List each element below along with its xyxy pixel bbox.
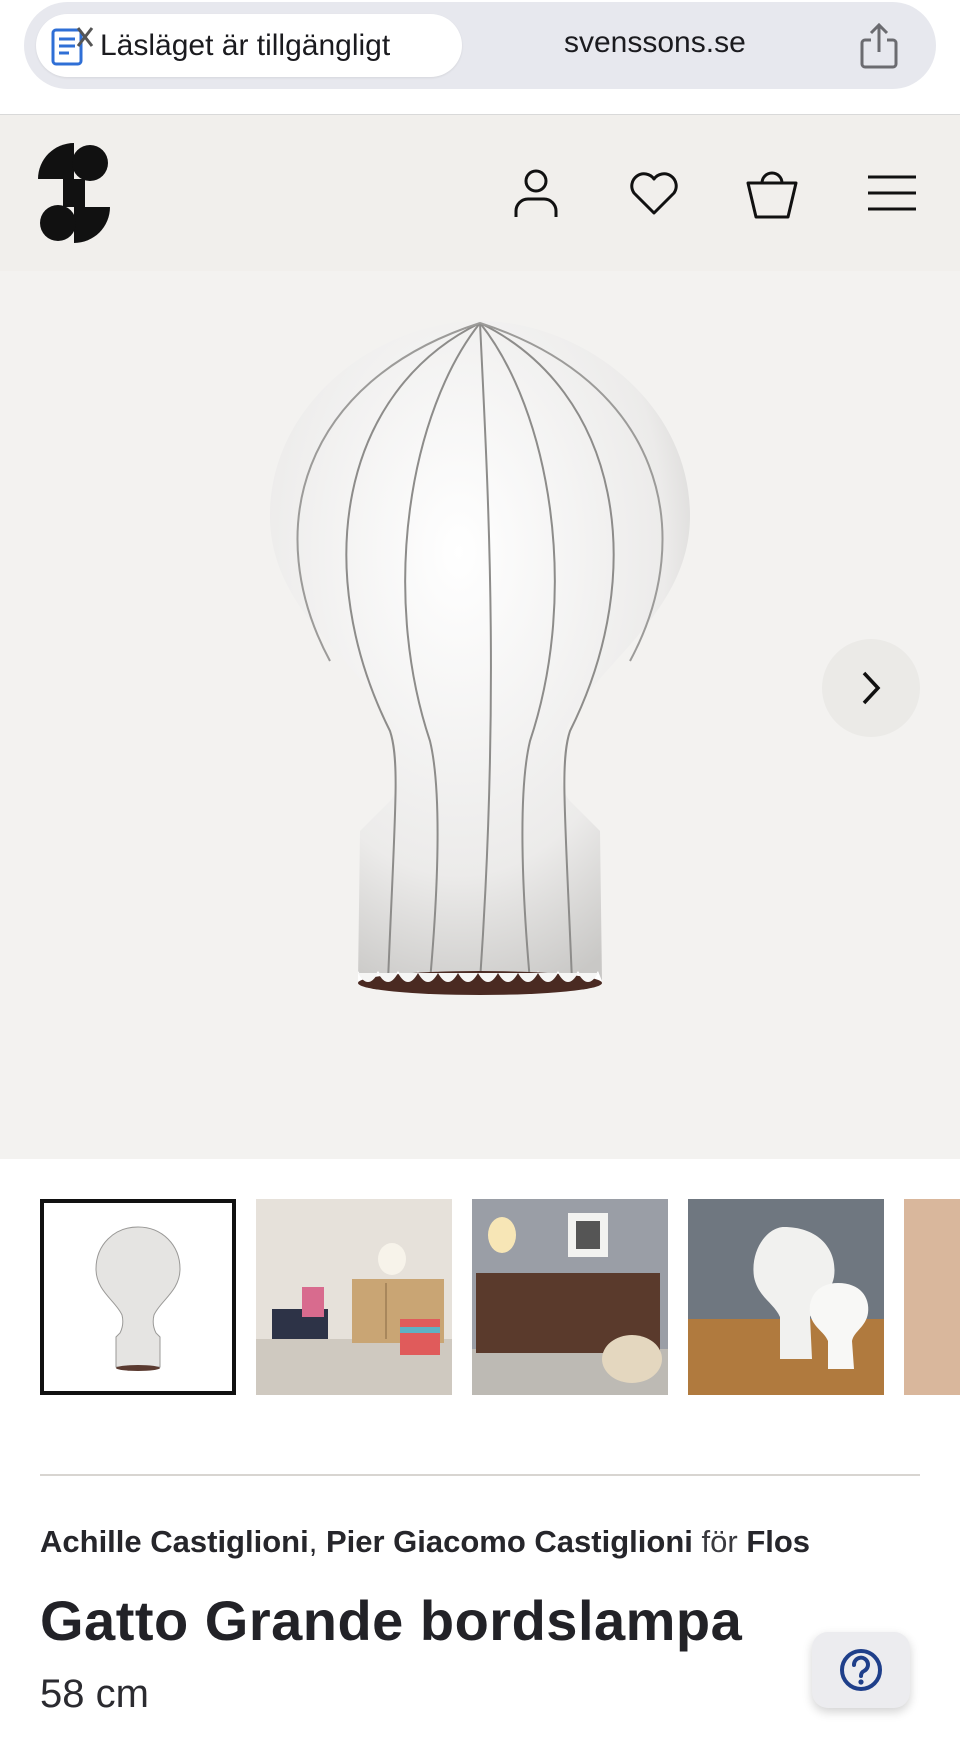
- section-divider: [40, 1474, 920, 1476]
- product-gallery-main[interactable]: [0, 271, 960, 1159]
- basket-icon[interactable]: [744, 165, 800, 221]
- brand-link[interactable]: Flos: [746, 1524, 810, 1559]
- for-label: för: [701, 1524, 738, 1559]
- product-title: Gatto Grande bordslampa: [40, 1589, 743, 1652]
- thumbnail-strip: [40, 1199, 960, 1397]
- product-size: 58 cm: [40, 1672, 149, 1716]
- reader-mode-label: Läsläget är tillgängligt: [100, 28, 391, 62]
- share-icon[interactable]: [854, 20, 904, 72]
- thumbnail-5[interactable]: [904, 1199, 960, 1395]
- designer-line: Achille Castiglioni, Pier Giacomo Castig…: [40, 1524, 810, 1560]
- thumbnail-2[interactable]: [256, 1199, 452, 1395]
- reader-mode-icon: [50, 24, 94, 68]
- designer-link-2[interactable]: Pier Giacomo Castiglioni: [326, 1524, 693, 1559]
- reader-mode-button[interactable]: Läsläget är tillgängligt: [36, 14, 462, 77]
- product-main-image: [260, 291, 700, 1051]
- chevron-right-icon: [862, 671, 881, 705]
- address-bar[interactable]: Läsläget är tillgängligt svenssons.se: [24, 2, 936, 89]
- user-icon[interactable]: [508, 165, 564, 221]
- url-domain[interactable]: svenssons.se: [564, 26, 746, 60]
- help-button[interactable]: [812, 1632, 910, 1708]
- site-header: [0, 115, 960, 271]
- heart-icon[interactable]: [626, 165, 682, 221]
- browser-bar: Läsläget är tillgängligt svenssons.se: [0, 0, 960, 115]
- gallery-next-button[interactable]: [822, 639, 920, 737]
- thumbnail-4[interactable]: [688, 1199, 884, 1395]
- question-icon: [840, 1649, 882, 1691]
- thumbnail-1[interactable]: [40, 1199, 236, 1395]
- designer-link-1[interactable]: Achille Castiglioni: [40, 1524, 309, 1559]
- designer-separator: ,: [308, 1524, 326, 1559]
- hamburger-menu-icon[interactable]: [864, 165, 920, 221]
- svenssons-logo[interactable]: [38, 143, 110, 243]
- thumbnail-3[interactable]: [472, 1199, 668, 1395]
